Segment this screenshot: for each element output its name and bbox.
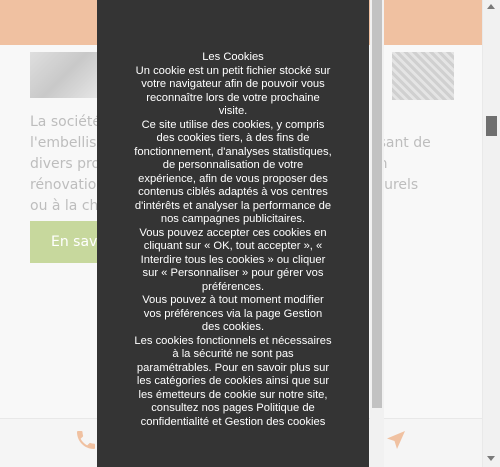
- cookie-line: préférences.: [201, 280, 265, 293]
- cookie-consent-panel: Les Cookies Un cookie est un petit fichi…: [97, 0, 369, 467]
- cookie-panel-scroll-thumb[interactable]: [372, 0, 382, 408]
- cookie-text-block: Les Cookies Un cookie est un petit fichi…: [105, 51, 361, 429]
- cookie-line: des cookies tiers, à des fins de: [156, 132, 310, 144]
- cookie-line: Vous pouvez accepter ces cookies en: [139, 226, 327, 239]
- cookie-line: cliquant sur « OK, tout accepter », «: [143, 240, 323, 252]
- scroll-up-arrow-icon[interactable]: [487, 4, 495, 9]
- cookie-title: Les Cookies: [202, 51, 264, 63]
- cookie-line: à la sécurité ne sont pas: [172, 348, 294, 360]
- cookie-line: sur « Personnaliser » pour gérer vos: [142, 267, 324, 279]
- cookie-line: de personnalisation de votre: [162, 159, 304, 171]
- cookie-line: paramétrables. Pour en savoir plus sur: [136, 361, 330, 374]
- scroll-down-arrow-icon[interactable]: [487, 456, 495, 461]
- cookie-line: votre navigateur afin de pouvoir vous: [141, 78, 325, 90]
- cookie-line: visite.: [218, 105, 248, 117]
- cookie-line: Interdire tous les cookies » ou cliquer: [140, 253, 326, 266]
- cookie-line: Un cookie est un petit fichier stocké su…: [135, 64, 331, 77]
- cookie-line: Les cookies fonctionnels et nécessaires: [134, 334, 332, 347]
- cookie-line: Ce site utilise des cookies, y compris: [141, 118, 325, 131]
- cookie-line: expérience, afin de vous proposer des: [138, 172, 328, 185]
- cookie-line: nos campagnes publicitaires.: [160, 213, 306, 225]
- cookie-line: Vous pouvez à tout moment modifier: [142, 294, 324, 306]
- cookie-line: les catégories de cookies ainsi que sur: [136, 375, 330, 387]
- cookie-line: fonctionnement, d'analyses statistiques,: [134, 145, 332, 158]
- cookie-line: d'intérêts et analyser la performance de: [134, 199, 332, 212]
- cookie-line: vos préférences via la page Gestion: [143, 307, 323, 320]
- cookie-line: consultez nos pages Politique de: [151, 402, 315, 414]
- cookie-line: contenus ciblés adaptés à vos centres: [138, 186, 328, 198]
- cookie-line: des cookies.: [201, 321, 265, 333]
- page-scrollbar[interactable]: [483, 0, 500, 467]
- cookie-line: les émetteurs de cookie sur notre site,: [138, 388, 328, 401]
- page-scroll-thumb[interactable]: [486, 116, 497, 136]
- cookie-line: reconnaître lors de votre prochaine: [146, 91, 320, 104]
- cookie-line: confidentialité et Gestion des cookies: [140, 415, 326, 428]
